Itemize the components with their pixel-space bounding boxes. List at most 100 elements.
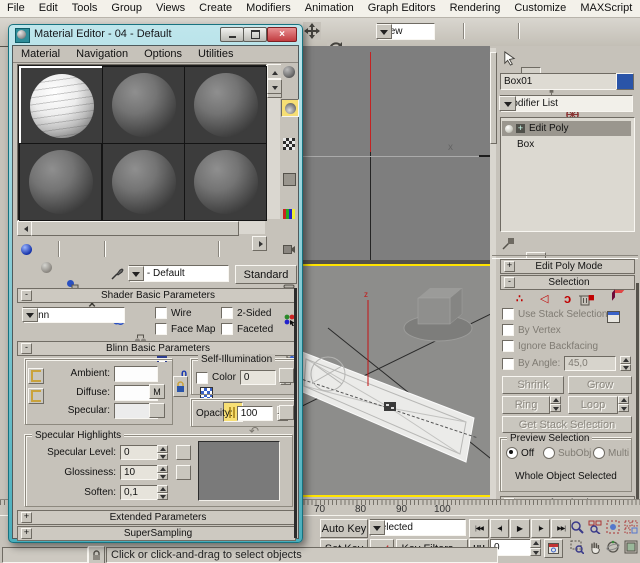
me-menu-utilities[interactable]: Utilities xyxy=(190,46,241,62)
sample-horizontal-scrollbar[interactable] xyxy=(17,221,265,234)
specular-level-spinner[interactable] xyxy=(157,445,168,460)
face-map-checkbox[interactable] xyxy=(155,323,167,335)
preview-off-option[interactable]: Off xyxy=(506,447,534,459)
me-menu-options[interactable]: Options xyxy=(136,46,190,62)
rollout-supersampling[interactable]: +SuperSampling xyxy=(17,526,296,541)
menu-maxscript[interactable]: MAXScript xyxy=(573,0,639,17)
rollout-extended-parameters[interactable]: +Extended Parameters xyxy=(17,510,296,525)
loop-button[interactable]: Loop xyxy=(568,396,618,414)
menu-modifiers[interactable]: Modifiers xyxy=(239,0,298,17)
coord-dropdown-arrow[interactable] xyxy=(376,24,392,39)
border-subobject-button[interactable]: ↄ xyxy=(564,291,571,306)
zoom-button[interactable] xyxy=(568,518,585,535)
glossiness-spinner[interactable] xyxy=(157,465,168,480)
faceted-checkbox[interactable] xyxy=(221,323,233,335)
soften-field[interactable]: 0,1 xyxy=(120,485,162,500)
sample-slot-4[interactable] xyxy=(19,143,102,221)
menu-graph-editors[interactable]: Graph Editors xyxy=(361,0,443,17)
me-menu-material[interactable]: Material xyxy=(13,46,68,62)
video-color-check-toggle[interactable] xyxy=(281,206,297,222)
zoom-region-button[interactable] xyxy=(568,538,585,555)
material-editor-titlebar[interactable]: Material Editor - 04 - Default × xyxy=(9,25,302,45)
menu-views[interactable]: Views xyxy=(149,0,192,17)
shader-dropdown-arrow[interactable] xyxy=(22,308,38,322)
material-type-button[interactable]: Standard xyxy=(235,265,297,284)
next-frame-button[interactable]: |▶ xyxy=(531,519,550,538)
specular-map-button[interactable] xyxy=(149,403,165,418)
backlight-toggle[interactable] xyxy=(281,99,299,117)
ring-button[interactable]: Ring xyxy=(502,396,550,414)
filter-dropdown-arrow[interactable] xyxy=(369,520,385,535)
previous-frame-button[interactable]: ◀| xyxy=(490,519,509,538)
object-name-field[interactable]: Box01 xyxy=(500,73,618,90)
menu-customize[interactable]: Customize xyxy=(507,0,573,17)
by-angle-field[interactable]: 45,0 xyxy=(564,356,616,371)
shader-type-dropdown[interactable]: Blinn xyxy=(23,307,125,323)
diffuse-map-button[interactable]: M xyxy=(149,384,165,399)
sample-slot-6[interactable] xyxy=(184,143,267,221)
get-material-button[interactable] xyxy=(17,240,35,258)
polygon-subobject-button[interactable]: ■ xyxy=(588,292,595,304)
sample-uv-tiling-button[interactable] xyxy=(281,171,297,187)
material-name-dropdown[interactable]: 04 - Default xyxy=(129,265,229,282)
loop-spinner[interactable] xyxy=(618,396,629,412)
minimize-button[interactable] xyxy=(220,27,244,42)
object-color-swatch[interactable] xyxy=(616,73,634,90)
menu-edit[interactable]: Edit xyxy=(32,0,65,17)
zoom-all-button[interactable] xyxy=(586,518,603,535)
by-angle-spinner[interactable] xyxy=(620,356,631,371)
key-filter-dropdown[interactable]: Selected xyxy=(370,519,466,536)
menu-group[interactable]: Group xyxy=(104,0,149,17)
grow-button[interactable]: Grow xyxy=(568,376,632,394)
menu-animation[interactable]: Animation xyxy=(298,0,361,17)
expand-stack-icon[interactable]: + xyxy=(516,124,525,133)
play-button[interactable]: ▶ xyxy=(510,519,530,538)
scrollbar-thumb[interactable] xyxy=(490,52,497,144)
specular-level-map-button[interactable] xyxy=(176,445,191,460)
preview-subobj-radio[interactable] xyxy=(543,447,555,459)
ambient-diffuse-lock-top-button[interactable] xyxy=(28,368,44,384)
maximize-button[interactable] xyxy=(243,27,267,42)
menu-tools[interactable]: Tools xyxy=(65,0,105,17)
edge-subobject-button[interactable]: ◁ xyxy=(540,292,548,305)
get-stack-selection-button[interactable]: Get Stack Selection xyxy=(502,416,632,433)
tab-create[interactable] xyxy=(500,49,518,67)
glossiness-field[interactable]: 10 xyxy=(120,465,162,480)
preview-subobj-option[interactable]: SubObj xyxy=(543,447,591,459)
menu-create[interactable]: Create xyxy=(192,0,239,17)
pin-stack-button[interactable] xyxy=(500,234,518,252)
visibility-bulb-icon[interactable] xyxy=(505,125,513,133)
rollout-shader-basic-parameters[interactable]: -Shader Basic Parameters xyxy=(17,288,296,303)
preview-multi-radio[interactable] xyxy=(593,447,605,459)
put-material-to-scene-button[interactable] xyxy=(37,258,55,276)
modifier-list-arrow[interactable] xyxy=(499,96,516,111)
sample-slot-3[interactable] xyxy=(184,66,267,144)
self-illum-color-checkbox[interactable] xyxy=(196,372,208,384)
ignore-backfacing-checkbox[interactable] xyxy=(502,340,514,352)
reference-coord-dropdown[interactable]: View xyxy=(377,23,435,40)
sample-type-button[interactable] xyxy=(281,64,297,80)
preview-multi-option[interactable]: Multi xyxy=(593,447,629,459)
stack-row-edit-poly[interactable]: + Edit Poly xyxy=(502,121,631,136)
me-menu-navigation[interactable]: Navigation xyxy=(68,46,136,62)
self-illum-map-button[interactable] xyxy=(279,368,294,383)
parameters-scrollbar[interactable] xyxy=(294,288,297,538)
scroll-left-button[interactable] xyxy=(17,221,32,236)
shrink-button[interactable]: Shrink xyxy=(502,376,564,394)
close-button[interactable]: × xyxy=(267,27,297,42)
select-and-move-button[interactable] xyxy=(303,22,321,40)
scroll-down-button[interactable] xyxy=(267,79,282,94)
viewport-top[interactable]: x xyxy=(296,46,497,260)
glossiness-map-button[interactable] xyxy=(176,465,191,480)
modifier-list-dropdown[interactable]: Modifier List xyxy=(500,95,633,112)
go-to-start-button[interactable]: |◀◀ xyxy=(469,519,489,538)
opacity-value-field[interactable]: 100 xyxy=(237,406,273,421)
preview-off-radio[interactable] xyxy=(506,447,518,459)
specular-level-field[interactable]: 0 xyxy=(120,445,162,460)
ring-spinner[interactable] xyxy=(550,396,561,412)
soften-spinner[interactable] xyxy=(157,485,168,500)
ambient-color-swatch[interactable] xyxy=(114,366,158,382)
selection-lock-toggle[interactable] xyxy=(88,546,105,563)
material-name-arrow[interactable] xyxy=(128,266,144,281)
pan-button[interactable] xyxy=(586,538,603,555)
